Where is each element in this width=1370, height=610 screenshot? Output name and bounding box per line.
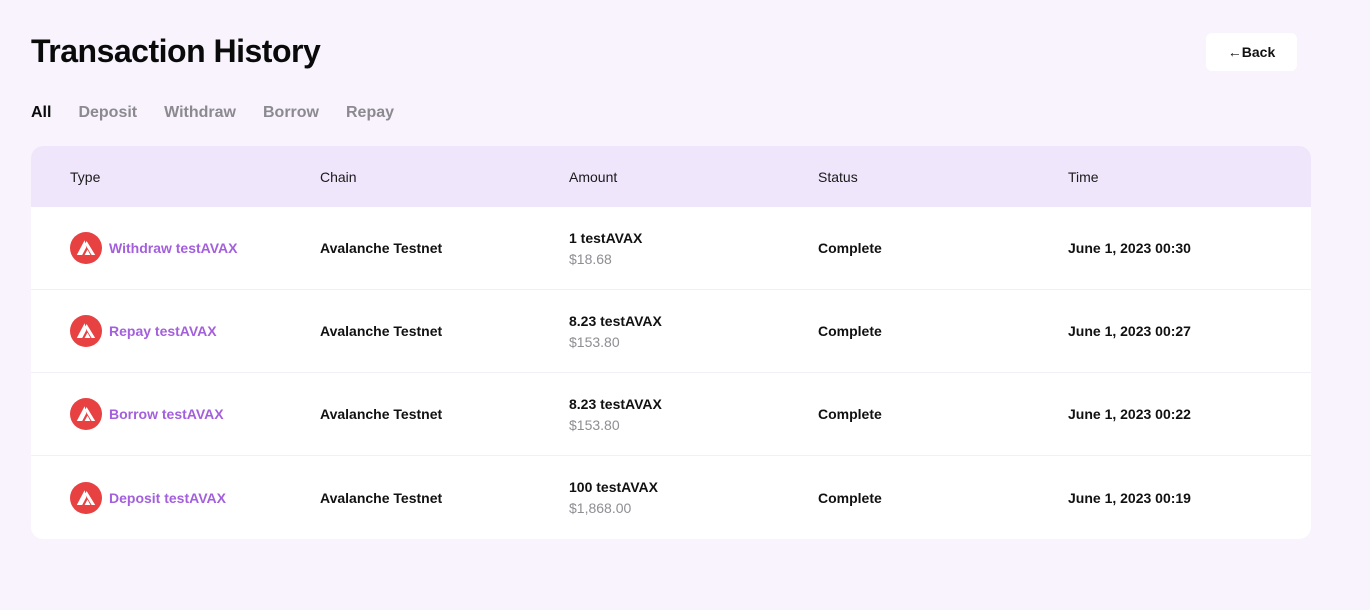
header-time: Time [1068,168,1099,185]
amount-cell: 8.23 testAVAX $153.80 [569,395,818,434]
type-link[interactable]: Borrow testAVAX [109,406,224,422]
amount-usd: $153.80 [569,416,620,433]
avalanche-icon [70,315,102,347]
header-amount: Amount [569,168,618,185]
transactions-table: Type Chain Amount Status Time Withdraw t… [31,146,1311,539]
table-row: Borrow testAVAX Avalanche Testnet 8.23 t… [31,373,1311,456]
amount-value: 8.23 testAVAX [569,395,662,412]
time-cell: June 1, 2023 00:30 [1068,240,1191,256]
header-status: Status [818,168,858,185]
chain-cell: Avalanche Testnet [320,489,443,506]
transaction-history-page: Transaction History ←Back All Deposit Wi… [0,0,1370,610]
header-chain: Chain [320,168,357,185]
tab-all[interactable]: All [31,103,51,123]
amount-value: 100 testAVAX [569,479,658,495]
type-cell: Withdraw testAVAX [31,232,320,264]
back-button[interactable]: ←Back [1206,33,1297,71]
amount-value: 8.23 testAVAX [569,312,662,329]
type-link[interactable]: Repay testAVAX [109,323,217,339]
chain-cell: Avalanche Testnet [320,240,443,256]
type-cell: Borrow testAVAX [31,398,320,430]
type-cell: Repay testAVAX [31,315,320,347]
avalanche-icon [70,398,102,430]
page-title: Transaction History [31,33,321,69]
avalanche-icon [70,481,102,514]
amount-value: 1 testAVAX [569,229,643,246]
type-cell: Deposit testAVAX [31,481,320,514]
time-cell: June 1, 2023 00:22 [1068,406,1191,422]
table-header: Type Chain Amount Status Time [31,146,1311,207]
time-cell: June 1, 2023 00:19 [1068,489,1191,506]
tab-deposit[interactable]: Deposit [78,103,137,123]
type-link[interactable]: Deposit testAVAX [109,490,226,506]
chain-cell: Avalanche Testnet [320,406,443,422]
table-row: Deposit testAVAX Avalanche Testnet 100 t… [31,456,1311,539]
table-row: Withdraw testAVAX Avalanche Testnet 1 te… [31,207,1311,290]
status-cell: Complete [818,406,882,422]
status-cell: Complete [818,489,882,506]
status-cell: Complete [818,240,882,256]
status-cell: Complete [818,323,882,339]
amount-usd: $18.68 [569,250,612,267]
amount-usd: $1,868.00 [569,500,632,516]
time-cell: June 1, 2023 00:27 [1068,323,1191,339]
type-link[interactable]: Withdraw testAVAX [109,240,237,256]
amount-cell: 8.23 testAVAX $153.80 [569,312,818,351]
chain-cell: Avalanche Testnet [320,323,443,339]
amount-cell: 1 testAVAX $18.68 [569,229,818,268]
tab-repay[interactable]: Repay [346,103,394,123]
tab-borrow[interactable]: Borrow [263,103,319,123]
amount-cell: 100 testAVAX $1,868.00 [569,478,818,517]
amount-usd: $153.80 [569,333,620,350]
avalanche-icon [70,232,102,264]
tab-withdraw[interactable]: Withdraw [164,103,236,123]
filter-tabs: All Deposit Withdraw Borrow Repay [31,103,394,123]
table-row: Repay testAVAX Avalanche Testnet 8.23 te… [31,290,1311,373]
header-type: Type [70,168,101,185]
